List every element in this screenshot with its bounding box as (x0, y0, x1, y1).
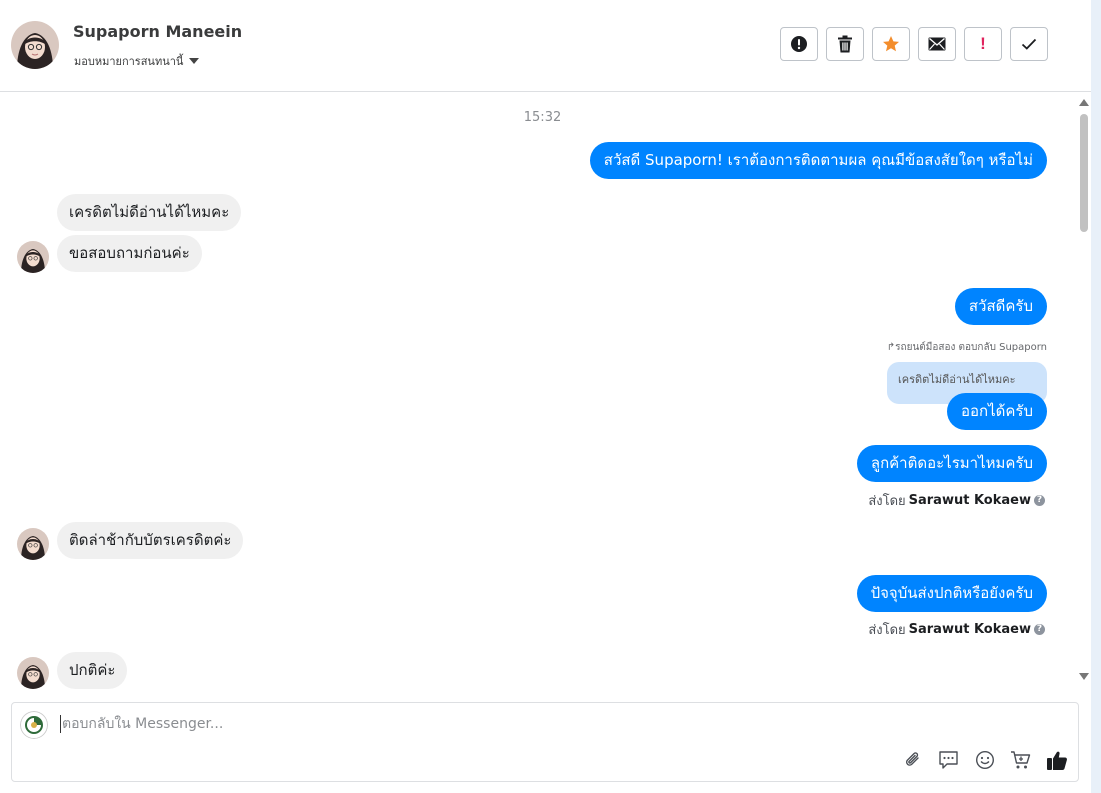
contact-avatar-small (17, 528, 49, 560)
help-icon[interactable]: ? (1034, 495, 1045, 506)
star-icon (883, 36, 899, 52)
mark-important-button[interactable]: ! (964, 27, 1002, 61)
shop-button[interactable] (1009, 749, 1032, 771)
emoji-icon (975, 750, 994, 770)
outgoing-message[interactable]: ลูกค้าติดอะไรมาไหมครับ (856, 445, 1047, 482)
sent-by-label: ส่งโดย Sarawut Kokaew ? (868, 490, 1045, 511)
trash-icon (838, 35, 852, 53)
assign-conversation-dropdown[interactable]: มอบหมายการสนทนานี้ (74, 52, 200, 70)
saved-replies-button[interactable] (937, 749, 960, 771)
delete-button[interactable] (826, 27, 864, 61)
incoming-message[interactable]: ติดล่าช้ากับบัตรเครดิตค่ะ (57, 522, 244, 559)
contact-avatar-small (17, 241, 49, 273)
conversation-header: Supaporn Maneein มอบหมายการสนทนานี้ ! (0, 0, 1091, 92)
reply-composer (11, 702, 1079, 782)
thread-scrollbar[interactable] (1076, 92, 1090, 697)
reply-label: ↱รถยนต์มือสอง ตอบกลับ Supaporn (886, 342, 1047, 353)
contact-avatar-small (17, 657, 49, 689)
scroll-up-arrow-icon[interactable] (1079, 99, 1089, 106)
incoming-message[interactable]: ปกติค่ะ (57, 652, 128, 689)
reply-input[interactable] (60, 715, 864, 733)
outgoing-message[interactable]: ออกได้ครับ (947, 393, 1047, 430)
page-avatar (20, 711, 48, 739)
paperclip-icon (905, 752, 919, 766)
emoji-button[interactable] (973, 749, 996, 771)
star-button[interactable] (872, 27, 910, 61)
report-button[interactable] (780, 27, 818, 61)
contact-name[interactable]: Supaporn Maneein (73, 22, 242, 41)
outgoing-message[interactable]: สวัสดีครับ (954, 288, 1047, 325)
exclamation-icon: ! (980, 34, 986, 53)
incoming-message[interactable]: เครดิตไม่ดีอ่านได้ไหมคะ (57, 194, 242, 231)
mail-button[interactable] (918, 27, 956, 61)
speech-bubble-icon (939, 751, 958, 769)
thumbs-up-icon (1046, 751, 1067, 770)
reply-arrow-icon: ↱ (886, 342, 896, 353)
cart-icon (1010, 751, 1030, 769)
outgoing-message[interactable]: ปัจจุบันส่งปกติหรือยังครับ (856, 575, 1047, 612)
done-button[interactable] (1010, 27, 1048, 61)
like-button[interactable] (1045, 749, 1068, 771)
assign-label: มอบหมายการสนทนานี้ (74, 55, 184, 68)
side-panel-edge (1091, 0, 1101, 793)
chevron-down-icon (189, 58, 200, 64)
outgoing-message[interactable]: สวัสดี Supaporn! เราต้องการติดตามผล คุณม… (589, 142, 1047, 179)
sender-name: Sarawut Kokaew (908, 622, 1031, 637)
envelope-icon (928, 37, 946, 51)
exclamation-circle-icon (791, 36, 807, 52)
attach-button[interactable] (901, 749, 924, 771)
sender-name: Sarawut Kokaew (908, 493, 1031, 508)
conversation-toolbar: ! (780, 27, 1048, 61)
message-thread[interactable]: 15:32 สวัสดี Supaporn! เราต้องการติดตามผ… (0, 92, 1091, 697)
check-icon (1021, 38, 1037, 50)
sent-by-label: ส่งโดย Sarawut Kokaew ? (868, 619, 1045, 640)
scroll-down-arrow-icon[interactable] (1079, 673, 1089, 680)
incoming-message[interactable]: ขอสอบถามก่อนค่ะ (57, 235, 202, 272)
timestamp: 15:32 (523, 110, 562, 125)
composer-tools (901, 749, 1068, 771)
scrollbar-thumb[interactable] (1080, 114, 1088, 232)
contact-avatar[interactable] (11, 21, 59, 69)
help-icon[interactable]: ? (1034, 624, 1045, 635)
